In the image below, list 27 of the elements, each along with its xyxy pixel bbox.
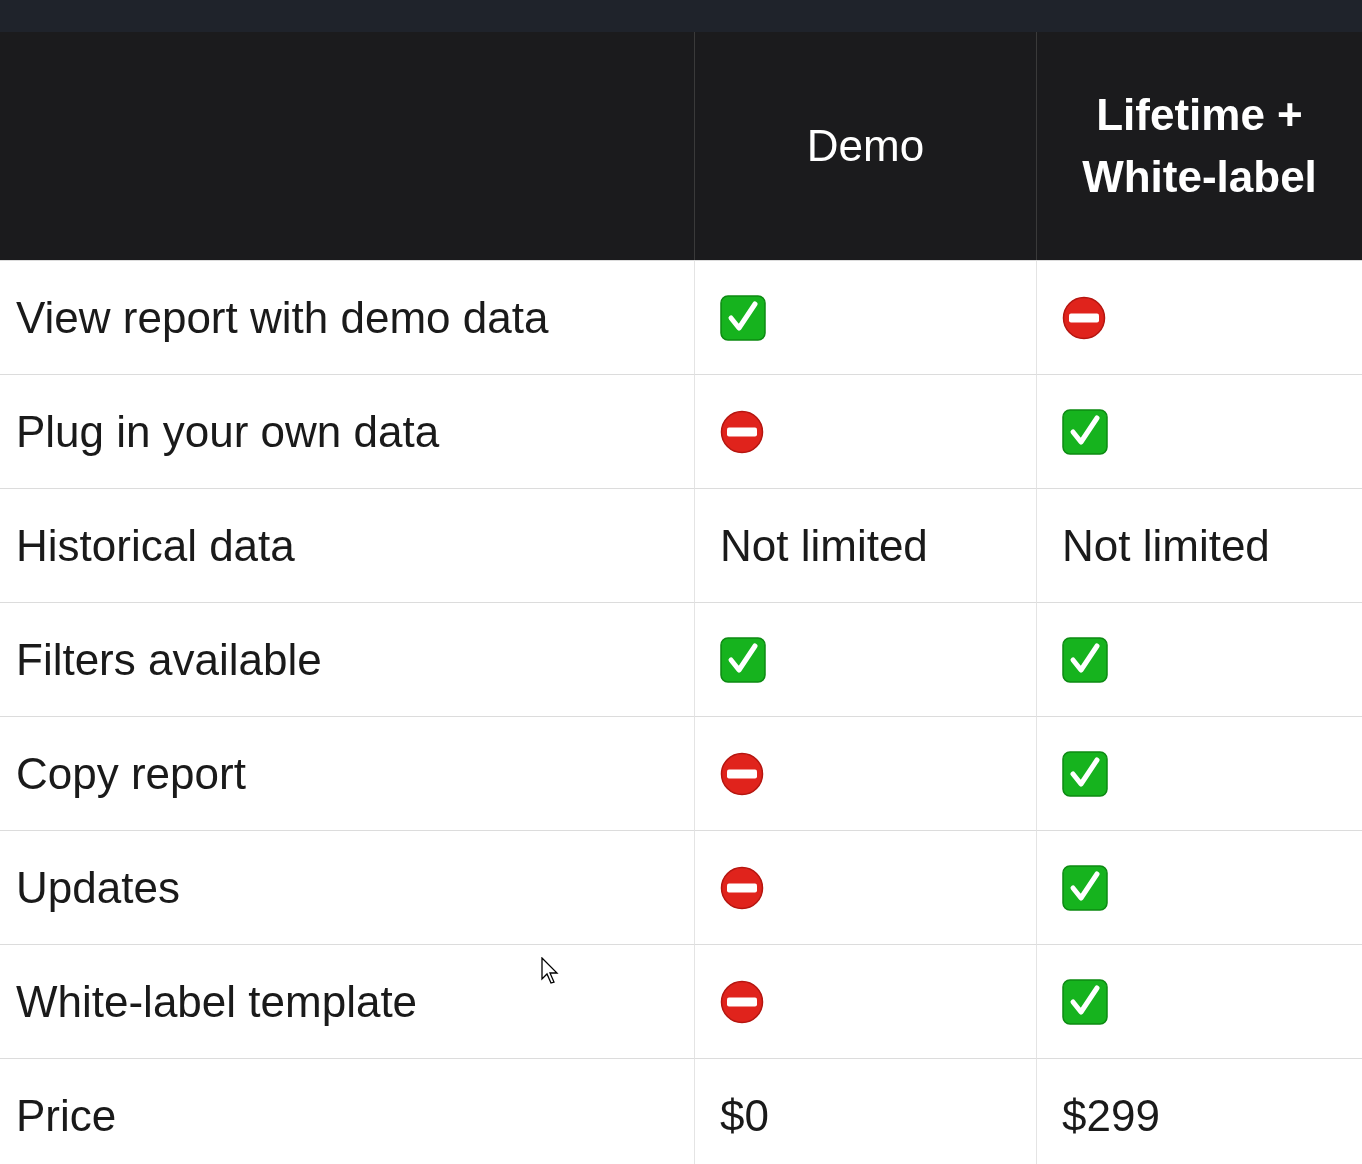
no-entry-icon [720,409,764,454]
table-cell: $299 [1062,1090,1160,1141]
feature-label: View report with demo data [16,292,549,343]
feature-label: Filters available [16,634,322,685]
feature-label: White-label template [16,976,418,1027]
no-entry-icon [720,979,764,1024]
check-mark-icon [720,636,766,683]
no-entry-icon [720,751,764,796]
feature-label: Plug in your own data [16,406,440,457]
feature-label: Copy report [16,748,246,799]
check-mark-icon [1062,978,1108,1025]
column-header: Demo [805,120,926,173]
check-mark-icon [1062,864,1108,911]
table-cell: Not limited [720,520,928,571]
no-entry-icon [720,865,764,910]
check-mark-icon [1062,636,1108,683]
check-mark-icon [1062,408,1108,455]
check-mark-icon [1062,750,1108,797]
column-header: Lifetime + White-label [1081,89,1318,203]
feature-label: Historical data [16,520,295,571]
feature-label: Price [16,1090,117,1141]
mouse-pointer-icon [541,957,561,985]
feature-label: Updates [16,862,180,913]
check-mark-icon [720,294,766,341]
table-cell: Not limited [1062,520,1270,571]
table-cell: $0 [720,1090,769,1141]
no-entry-icon [1062,295,1106,340]
